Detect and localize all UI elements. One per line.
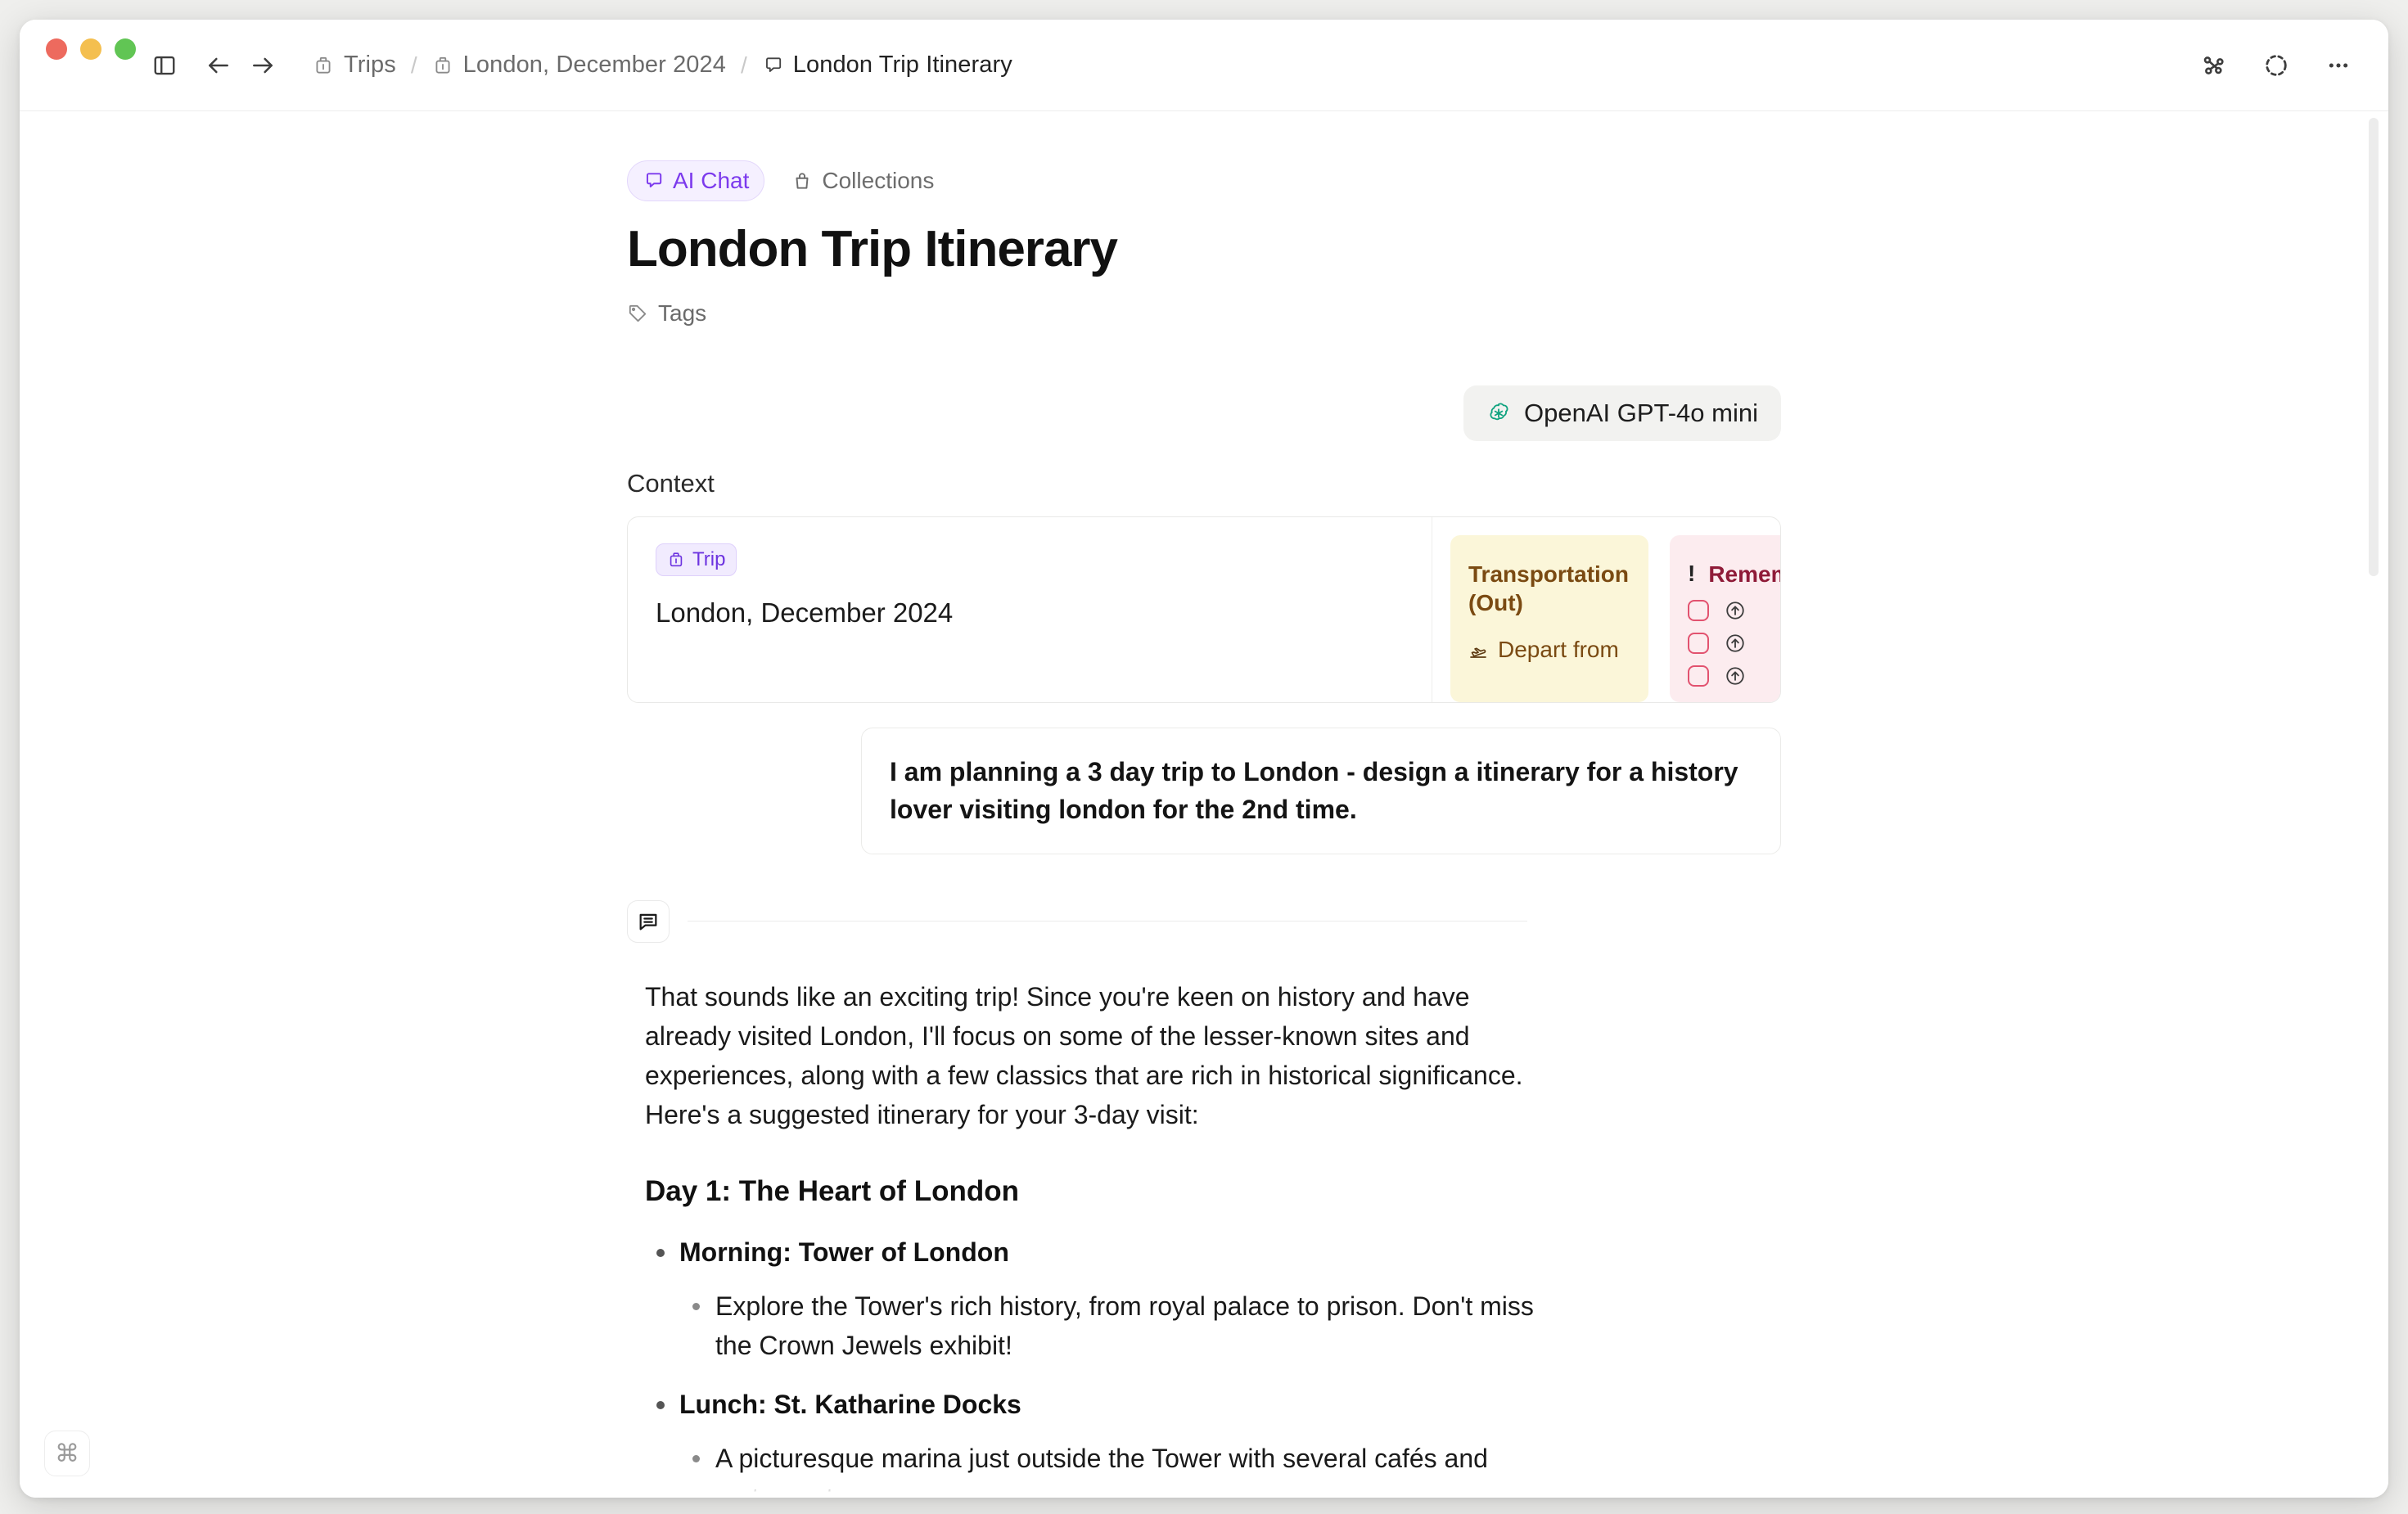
todo-checkbox[interactable] (1688, 599, 1709, 621)
chat-bubble-icon (643, 170, 664, 192)
window-controls (20, 20, 142, 79)
minimize-button[interactable] (80, 38, 101, 60)
breadcrumb-label: London, December 2024 (462, 52, 726, 78)
context-column-header: ! Remem (1688, 560, 1780, 588)
arrow-up-circle-icon[interactable] (1725, 600, 1746, 621)
model-selector[interactable]: OpenAI GPT-4o mini (1463, 385, 1781, 441)
openai-logo (1486, 401, 1511, 426)
tab-collections[interactable]: Collections (776, 160, 949, 201)
vertical-scrollbar[interactable] (2367, 118, 2380, 1395)
context-type-badge[interactable]: Trip (656, 543, 737, 576)
todo-row[interactable] (1688, 665, 1780, 687)
itinerary-sublist: Explore the Tower's rich history, from r… (679, 1286, 1781, 1365)
back-button[interactable] (196, 43, 241, 88)
context-card[interactable]: Trip London, December 2024 Transportatio… (627, 516, 1781, 703)
page-title[interactable]: London Trip Itinerary (627, 222, 1781, 277)
assistant-intro: That sounds like an exciting trip! Since… (645, 981, 1523, 1129)
view-tabs: AI Chat Collections (627, 160, 1781, 201)
breadcrumb-item-london-trip-itinerary[interactable]: London Trip Itinerary (754, 47, 1021, 83)
breadcrumb-separator: / (410, 52, 417, 78)
user-message-row: I am planning a 3 day trip to London - d… (627, 727, 1781, 854)
context-badge-label: Trip (692, 547, 726, 570)
context-main: Trip London, December 2024 (628, 516, 1432, 702)
arrow-up-circle-icon[interactable] (1725, 665, 1746, 687)
title-bar: Trips / London, December 2024 / London T… (20, 20, 2388, 111)
context-column-title: Remem (1708, 561, 1780, 587)
titlebar-actions (2192, 43, 2361, 88)
list-item: Morning: Tower of London Explore the Tow… (645, 1232, 1781, 1365)
breadcrumb-item-london-december-2024[interactable]: London, December 2024 (424, 47, 734, 83)
bottom-fade (20, 1480, 2388, 1498)
model-name: OpenAI GPT-4o mini (1523, 398, 1758, 427)
zoom-button[interactable] (115, 38, 136, 60)
forward-button[interactable] (241, 43, 285, 88)
more-options-icon[interactable] (2316, 43, 2361, 88)
tag-icon (627, 303, 648, 324)
message-square-icon[interactable] (627, 899, 670, 943)
breadcrumb: Trips / London, December 2024 / London T… (304, 47, 2192, 83)
itinerary-list: Morning: Tower of London Explore the Tow… (645, 1232, 1781, 1498)
todo-row[interactable] (1688, 632, 1780, 654)
desktop-background: Trips / London, December 2024 / London T… (0, 0, 2408, 1514)
context-columns: Transportation (Out) Depart from ! Reme (1432, 517, 1780, 702)
context-column-remember[interactable]: ! Remem (1670, 534, 1780, 702)
context-column-title: Transportation (Out) (1468, 561, 1630, 615)
list-item: Explore the Tower's rich history, from r… (679, 1286, 1572, 1365)
sidebar-toggle-icon[interactable] (142, 43, 187, 88)
list-item-head: Lunch: St. Katharine Docks (679, 1390, 1021, 1420)
assistant-message: That sounds like an exciting trip! Since… (627, 977, 1781, 1498)
exclamation-icon: ! (1688, 561, 1696, 587)
suitcase-icon (667, 551, 685, 569)
close-button[interactable] (46, 38, 67, 60)
model-row: OpenAI GPT-4o mini (627, 385, 1781, 441)
suitcase-icon (313, 55, 334, 76)
context-column-transportation[interactable]: Transportation (Out) Depart from (1450, 534, 1648, 702)
scrollbar-thumb[interactable] (2369, 118, 2379, 576)
user-message[interactable]: I am planning a 3 day trip to London - d… (861, 727, 1781, 854)
breadcrumb-label: Trips (344, 52, 396, 78)
tab-label: Collections (822, 168, 935, 193)
tab-ai-chat[interactable]: AI Chat (627, 160, 765, 201)
breadcrumb-separator: / (740, 52, 747, 78)
assistant-message-header (627, 899, 1781, 943)
arrow-up-circle-icon[interactable] (1725, 633, 1746, 654)
context-field-label: Depart from (1498, 636, 1619, 662)
dashed-circle-icon[interactable] (2254, 43, 2298, 88)
context-heading: Context (627, 468, 715, 498)
tags-row[interactable]: Tags (627, 297, 1781, 330)
todo-row[interactable] (1688, 599, 1780, 621)
list-item-head: Morning: Tower of London (679, 1237, 1009, 1268)
bag-icon (791, 170, 813, 192)
command-palette-button[interactable]: ⌘ (44, 1431, 90, 1476)
day-heading: Day 1: The Heart of London (645, 1174, 1019, 1207)
breadcrumb-item-trips[interactable]: Trips (304, 47, 404, 83)
context-field-depart-from[interactable]: Depart from (1468, 635, 1630, 669)
suitcase-icon (432, 55, 453, 76)
todo-checkbox[interactable] (1688, 665, 1709, 687)
todo-checkbox[interactable] (1688, 632, 1709, 654)
content-scroll-area[interactable]: AI Chat Collections London Trip Itinerar… (20, 111, 2388, 1498)
tags-label: Tags (658, 300, 707, 326)
context-title: London, December 2024 (656, 597, 954, 628)
graph-view-icon[interactable] (2192, 43, 2236, 88)
breadcrumb-label: London Trip Itinerary (792, 52, 1012, 78)
tab-label: AI Chat (673, 168, 750, 193)
chat-bubble-icon (762, 55, 783, 76)
document: AI Chat Collections London Trip Itinerar… (627, 111, 1781, 1498)
plane-takeoff-icon (1468, 639, 1488, 669)
app-window: Trips / London, December 2024 / London T… (20, 20, 2388, 1498)
